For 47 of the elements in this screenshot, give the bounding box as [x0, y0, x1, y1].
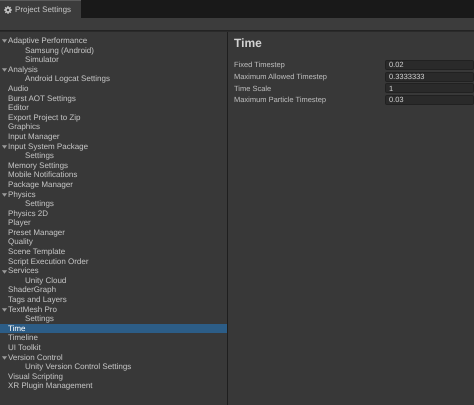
- gear-icon: [4, 6, 12, 14]
- settings-item[interactable]: Analysis: [0, 64, 227, 74]
- settings-item[interactable]: Preset Manager: [0, 228, 227, 238]
- expand-arrow-icon[interactable]: [1, 354, 8, 361]
- settings-item[interactable]: Input System Package: [0, 142, 227, 152]
- settings-item[interactable]: Settings: [0, 314, 227, 324]
- settings-item[interactable]: Physics 2D: [0, 208, 227, 218]
- settings-item[interactable]: Graphics: [0, 122, 227, 132]
- settings-item[interactable]: Time: [0, 324, 227, 334]
- settings-item[interactable]: Adaptive Performance: [0, 36, 227, 46]
- expand-arrow-icon[interactable]: [1, 142, 8, 150]
- settings-item[interactable]: Settings: [0, 199, 227, 209]
- settings-item[interactable]: Version Control: [0, 352, 227, 362]
- settings-item[interactable]: Simulator: [0, 55, 227, 65]
- settings-item[interactable]: ShaderGraph: [0, 285, 227, 296]
- expand-arrow-icon[interactable]: [1, 190, 8, 198]
- settings-item[interactable]: Package Manager: [0, 180, 227, 190]
- settings-item[interactable]: Tags and Layers: [0, 295, 227, 305]
- expand-arrow-icon[interactable]: [1, 306, 8, 313]
- settings-item[interactable]: Physics: [0, 190, 227, 200]
- settings-item[interactable]: Unity Cloud: [0, 276, 227, 286]
- settings-item[interactable]: Burst AOT Settings: [0, 94, 227, 104]
- settings-item[interactable]: Quality: [0, 237, 227, 248]
- settings-item[interactable]: Player: [0, 218, 227, 228]
- settings-item[interactable]: Script Execution Order: [0, 256, 227, 266]
- settings-item[interactable]: Android Logcat Settings: [0, 74, 227, 84]
- settings-item[interactable]: UI Toolkit: [0, 343, 227, 353]
- settings-item[interactable]: Scene Template: [0, 247, 227, 257]
- settings-item[interactable]: Services: [0, 266, 227, 276]
- settings-item[interactable]: Samsung (Android): [0, 46, 227, 56]
- settings-item[interactable]: Editor: [0, 103, 227, 113]
- settings-item[interactable]: Unity Version Control Settings: [0, 362, 227, 372]
- settings-item[interactable]: Audio: [0, 84, 227, 94]
- settings-item[interactable]: Memory Settings: [0, 160, 227, 170]
- settings-item[interactable]: Input Manager: [0, 132, 227, 142]
- settings-item[interactable]: TextMesh Pro: [0, 304, 227, 314]
- expand-arrow-icon[interactable]: [1, 37, 8, 44]
- settings-item[interactable]: XR Plugin Management: [0, 381, 227, 391]
- settings-item[interactable]: Settings: [0, 151, 227, 161]
- settings-item[interactable]: Timeline: [0, 333, 227, 343]
- panel-title: Time: [234, 35, 263, 51]
- settings-item[interactable]: Export Project to Zip: [0, 112, 227, 122]
- expand-arrow-icon[interactable]: [1, 66, 8, 74]
- window-tab[interactable]: Project Settings: [0, 0, 82, 18]
- expand-arrow-icon[interactable]: [1, 268, 8, 275]
- settings-item[interactable]: Mobile Notifications: [0, 170, 227, 180]
- settings-item[interactable]: Visual Scripting: [0, 372, 227, 382]
